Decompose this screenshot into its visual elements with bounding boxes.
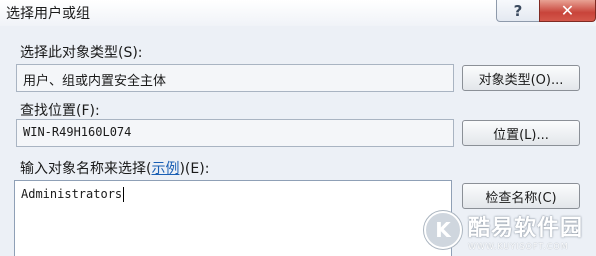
- examples-link[interactable]: 示例: [151, 161, 179, 177]
- watermark: K 酷易软件园 WWW.KUYISOFT.COM: [424, 204, 596, 256]
- object-names-label-prefix: 输入对象名称来选择(: [20, 161, 152, 177]
- text-caret: [123, 187, 125, 202]
- object-types-button[interactable]: 对象类型(O)...: [462, 65, 580, 91]
- object-names-value: Administrators: [21, 187, 123, 201]
- help-button[interactable]: ?: [496, 0, 540, 22]
- watermark-url: WWW.KUYISOFT.COM: [468, 241, 569, 251]
- watermark-logo-icon: K: [424, 211, 462, 249]
- watermark-text: 酷易软件园: [468, 215, 584, 241]
- object-type-label: 选择此对象类型(S):: [20, 45, 143, 61]
- help-icon: ?: [513, 1, 523, 20]
- window-title: 选择用户或组: [6, 6, 90, 22]
- close-icon: ✕: [560, 1, 575, 20]
- object-names-input[interactable]: Administrators: [14, 180, 452, 256]
- object-names-label: 输入对象名称来选择(示例)(E):: [20, 158, 209, 178]
- title-bar: 选择用户或组 ? ✕: [0, 0, 596, 26]
- object-names-label-suffix: )(E):: [179, 161, 210, 177]
- locations-button[interactable]: 位置(L)...: [462, 120, 580, 146]
- location-label: 查找位置(F):: [20, 103, 100, 119]
- location-field: WIN-R49H160L074: [16, 119, 454, 147]
- watermark-text-block: 酷易软件园 WWW.KUYISOFT.COM: [468, 210, 583, 251]
- select-users-or-groups-dialog: 选择用户或组 ? ✕ 选择此对象类型(S): 用户、组或内置安全主体 对象类型(…: [0, 0, 596, 256]
- object-type-field: 用户、组或内置安全主体: [16, 64, 454, 92]
- close-button[interactable]: ✕: [539, 0, 596, 22]
